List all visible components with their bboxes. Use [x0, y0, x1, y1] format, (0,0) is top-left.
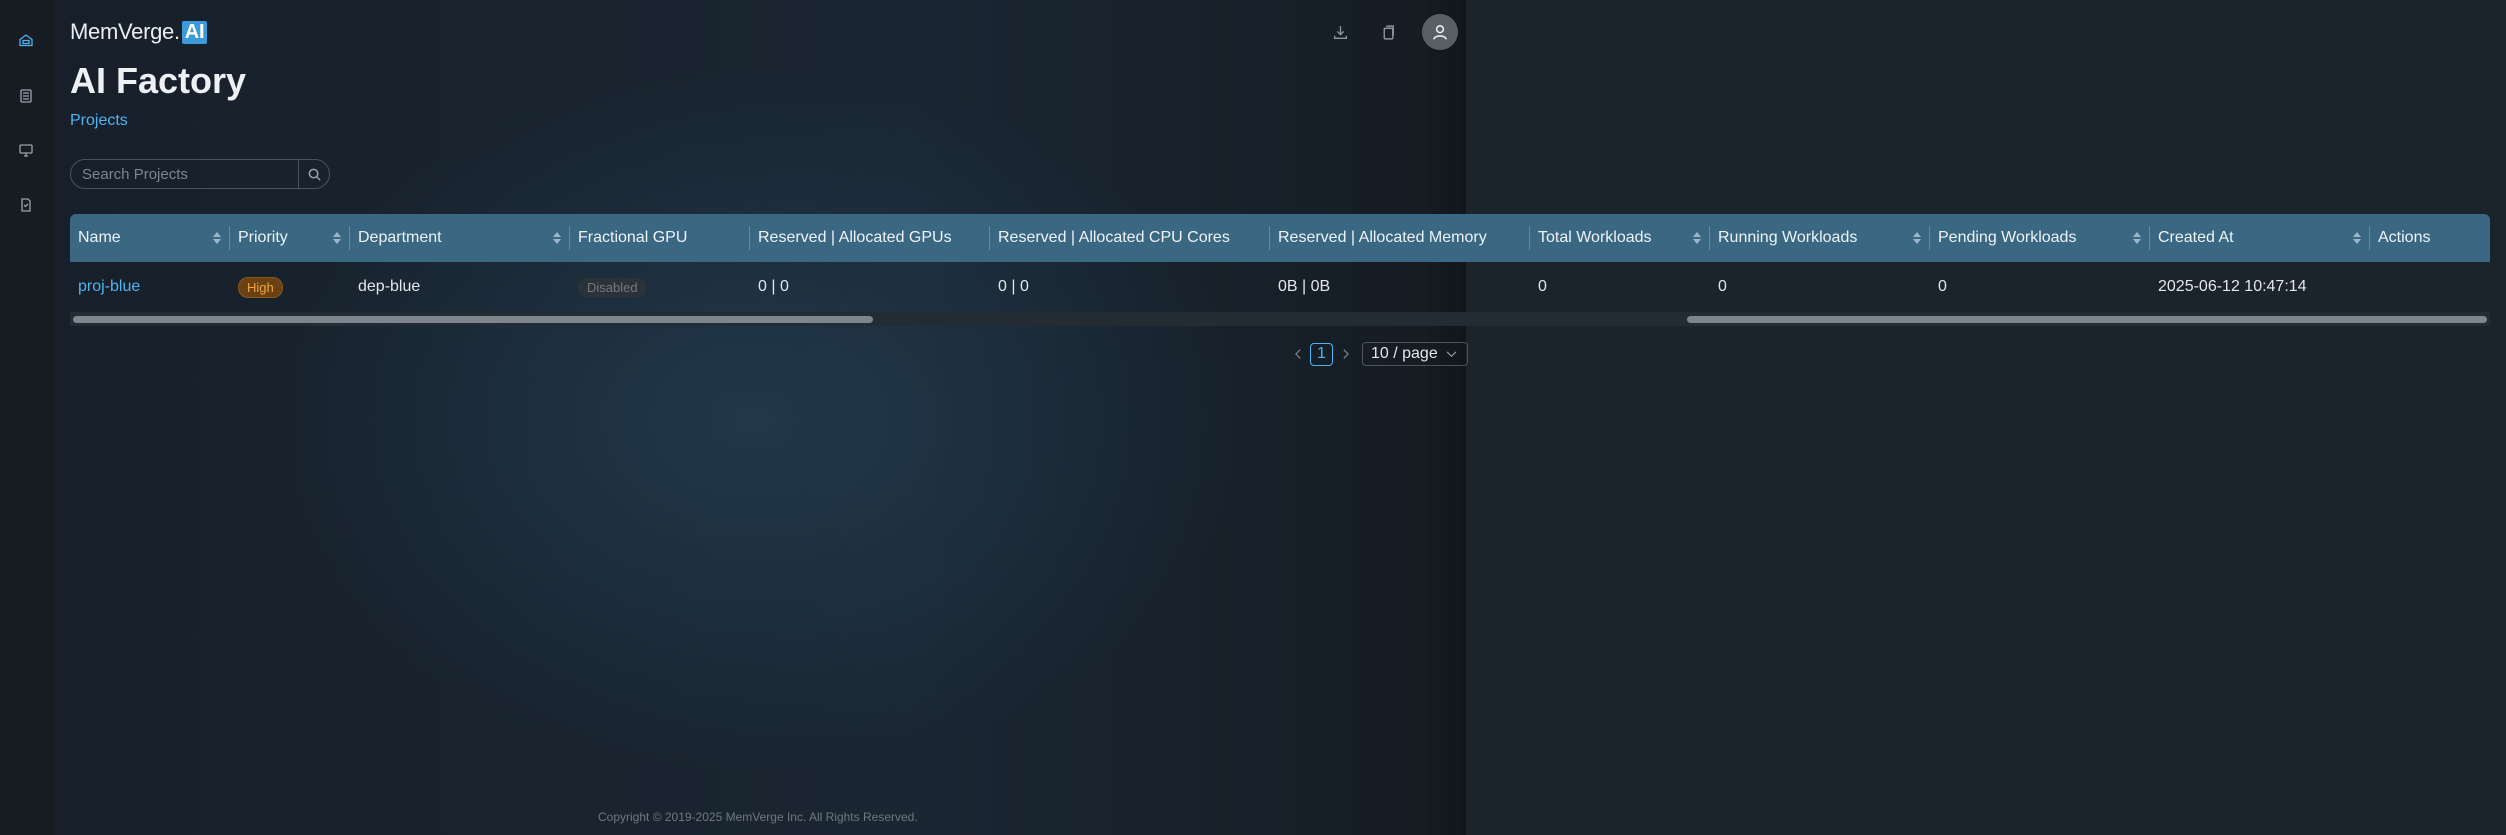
right-panel — [1466, 0, 2506, 835]
download-button[interactable] — [1330, 22, 1350, 42]
page-title: AI Factory — [70, 60, 247, 101]
chevron-right-icon — [1342, 349, 1349, 359]
column-header-pending-workloads[interactable]: Pending Workloads — [1930, 214, 2150, 262]
cell-fractional-gpu: Disabled — [570, 262, 750, 312]
download-icon — [1333, 25, 1347, 39]
sort-icon — [2133, 232, 2141, 244]
cell-department: dep-blue — [358, 278, 421, 295]
sort-icon — [213, 232, 221, 244]
prev-page-button[interactable] — [1290, 343, 1306, 365]
cell-actions — [2370, 262, 2490, 312]
brand-ai-badge: AI — [181, 20, 208, 44]
column-header-department[interactable]: Department — [350, 214, 570, 262]
column-header-total-workloads[interactable]: Total Workloads — [1530, 214, 1710, 262]
brand-logo: MemVerge. AI — [70, 19, 208, 45]
cell-cpu-cores: 0 | 0 — [998, 278, 1029, 295]
column-header-name[interactable]: Name — [70, 214, 230, 262]
list-icon — [20, 89, 32, 103]
search-box — [70, 159, 330, 189]
table-header: Name Priority Department Fractional GPU … — [70, 214, 2490, 262]
search-button[interactable] — [298, 160, 329, 188]
breadcrumb-projects[interactable]: Projects — [70, 112, 128, 130]
cell-running-workloads: 0 — [1718, 278, 1727, 295]
sort-icon — [1913, 232, 1921, 244]
fractional-gpu-badge: Disabled — [578, 277, 647, 297]
footer-copyright: Copyright © 2019-2025 MemVerge Inc. All … — [598, 810, 918, 824]
sort-icon — [333, 232, 341, 244]
scrollbar-thumb-right[interactable] — [1687, 316, 2487, 323]
user-avatar-icon — [1433, 25, 1447, 40]
cell-total-workloads: 0 — [1538, 278, 1547, 295]
sort-icon — [2353, 232, 2361, 244]
column-header-priority[interactable]: Priority — [230, 214, 350, 262]
sidebar-item-home[interactable] — [15, 29, 37, 51]
search-icon — [308, 168, 321, 181]
priority-badge: High — [238, 276, 283, 298]
project-link[interactable]: proj-blue — [78, 278, 140, 296]
column-header-created-at[interactable]: Created At — [2150, 214, 2370, 262]
column-header-running-workloads[interactable]: Running Workloads — [1710, 214, 1930, 262]
column-header-actions: Actions — [2378, 229, 2431, 246]
clipboard-icon — [1383, 24, 1394, 40]
table-row: proj-blue High dep-blue Disabled 0 | 0 0… — [70, 262, 2490, 312]
app-root: MemVerge. AI AI Factory Projects Search … — [0, 0, 2506, 835]
sidebar-item-document[interactable] — [15, 194, 37, 216]
scrollbar-thumb-left[interactable] — [73, 316, 873, 323]
column-header-cpu-cores: Reserved | Allocated CPU Cores — [990, 214, 1270, 262]
sort-icon — [1693, 232, 1701, 244]
next-page-button[interactable] — [1337, 343, 1353, 365]
cell-gpus: 0 | 0 — [758, 278, 789, 295]
chevron-down-icon — [1446, 350, 1457, 357]
page-size-label: 10 / page — [1371, 345, 1438, 362]
search-input[interactable] — [71, 160, 298, 188]
pagination: 1 10 / page — [1290, 342, 1468, 366]
page-size-select[interactable]: 10 / page — [1362, 342, 1468, 366]
cell-created-at: 2025-06-12 10:47:14 — [2158, 278, 2307, 295]
brand-name: MemVerge. — [70, 19, 180, 44]
chevron-left-icon — [1294, 349, 1301, 359]
projects-table: Name Priority Department Fractional GPU … — [70, 214, 2490, 326]
clipboard-button[interactable] — [1378, 22, 1398, 42]
sidebar — [0, 0, 53, 835]
column-header-gpus: Reserved | Allocated GPUs — [750, 214, 990, 262]
home-icon — [19, 34, 33, 47]
monitor-icon — [19, 144, 33, 157]
page-number[interactable]: 1 — [1310, 342, 1333, 366]
sort-icon — [553, 232, 561, 244]
cell-memory: 0B | 0B — [1278, 278, 1331, 295]
document-icon — [21, 198, 31, 212]
column-header-memory: Reserved | Allocated Memory — [1270, 214, 1530, 262]
header-actions — [1330, 14, 1458, 50]
main-panel — [53, 0, 2506, 835]
cell-pending-workloads: 0 — [1938, 278, 1947, 295]
cell-priority: High — [230, 262, 350, 312]
sidebar-item-monitor[interactable] — [15, 139, 37, 161]
column-header-fractional-gpu: Fractional GPU — [570, 214, 750, 262]
sidebar-item-list[interactable] — [15, 85, 37, 107]
horizontal-scrollbar[interactable] — [70, 312, 2490, 326]
cell-name: proj-blue — [70, 262, 230, 312]
user-avatar[interactable] — [1422, 14, 1458, 50]
